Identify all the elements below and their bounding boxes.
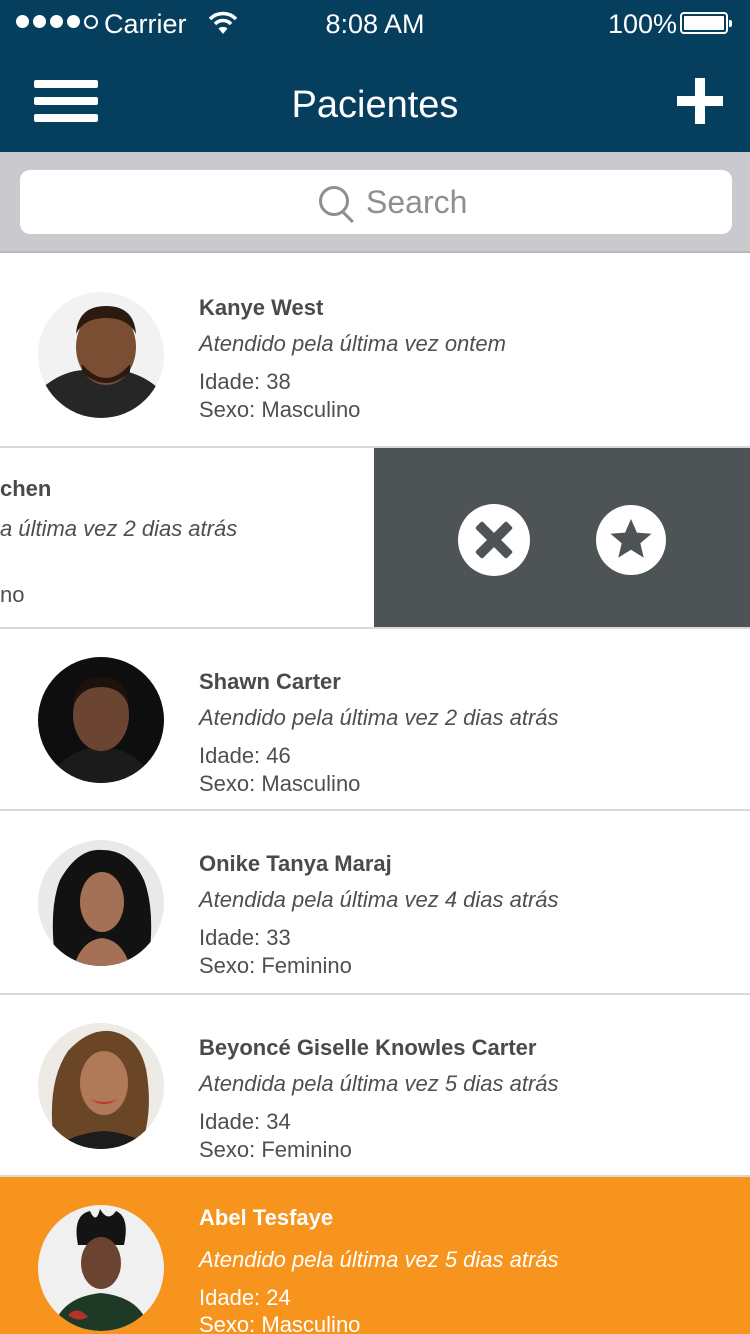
patient-age: Idade: 46 xyxy=(199,743,291,768)
patient-age: Idade: 33 xyxy=(199,925,291,950)
patient-sex: Sexo: Masculino xyxy=(199,1312,361,1334)
patient-name: Abel Tesfaye xyxy=(199,1205,334,1230)
patient-age: Idade: 34 xyxy=(199,1109,291,1134)
swiped-row-content[interactable]: chen a última vez 2 dias atrás no xyxy=(0,448,374,627)
list-item-selected[interactable]: Abel Tesfaye Atendido pela última vez 5 … xyxy=(0,1177,750,1334)
search-field[interactable] xyxy=(20,170,732,234)
list-item[interactable]: Kanye West Atendido pela última vez onte… xyxy=(0,253,750,446)
battery-percentage: 100% xyxy=(608,9,678,39)
last-visit: Atendida pela última vez 5 dias atrás xyxy=(199,1071,559,1096)
patient-age: Idade: 24 xyxy=(199,1285,291,1310)
avatar xyxy=(38,1205,164,1331)
add-patient-button[interactable] xyxy=(677,78,723,124)
avatar xyxy=(38,840,164,966)
patient-name: Beyoncé Giselle Knowles Carter xyxy=(199,1035,537,1060)
battery-icon xyxy=(680,12,732,34)
avatar xyxy=(38,1023,164,1149)
patient-name: Kanye West xyxy=(199,295,324,320)
star-icon[interactable] xyxy=(596,505,666,575)
list-item[interactable]: Shawn Carter Atendido pela última vez 2 … xyxy=(0,629,750,811)
last-visit: Atendido pela última vez ontem xyxy=(199,331,506,356)
avatar xyxy=(38,657,164,783)
search-input[interactable] xyxy=(366,180,666,224)
last-visit: Atendida pela última vez 4 dias atrás xyxy=(199,887,559,912)
swiped-list-item[interactable]: chen a última vez 2 dias atrás no xyxy=(0,446,750,629)
search-bar xyxy=(0,152,750,253)
patient-sex: Sexo: Masculino xyxy=(199,771,361,796)
last-visit: a última vez 2 dias atrás xyxy=(0,516,238,541)
patient-age: Idade: 38 xyxy=(199,369,291,394)
patient-sex: Sexo: Feminino xyxy=(199,953,352,978)
status-bar: Carrier 8:08 AM 100% xyxy=(0,0,750,48)
last-visit: Atendido pela última vez 2 dias atrás xyxy=(199,705,559,730)
patient-sex: Sexo: Feminino xyxy=(199,1137,352,1162)
patient-name: Shawn Carter xyxy=(199,669,341,694)
navigation-bar: Pacientes xyxy=(0,48,750,152)
last-visit: Atendido pela última vez 5 dias atrás xyxy=(199,1247,559,1272)
swipe-actions xyxy=(374,448,750,627)
patient-sex: no xyxy=(0,582,25,607)
patient-name: Onike Tanya Maraj xyxy=(199,851,392,876)
list-item[interactable]: Beyoncé Giselle Knowles Carter Atendida … xyxy=(0,995,750,1177)
page-title: Pacientes xyxy=(291,84,459,126)
patient-sex: Sexo: Masculino xyxy=(199,397,361,422)
avatar xyxy=(38,292,164,418)
search-icon xyxy=(319,186,349,216)
patient-name: chen xyxy=(0,476,52,501)
close-icon[interactable] xyxy=(458,504,530,576)
list-item[interactable]: Onike Tanya Maraj Atendida pela última v… xyxy=(0,811,750,995)
